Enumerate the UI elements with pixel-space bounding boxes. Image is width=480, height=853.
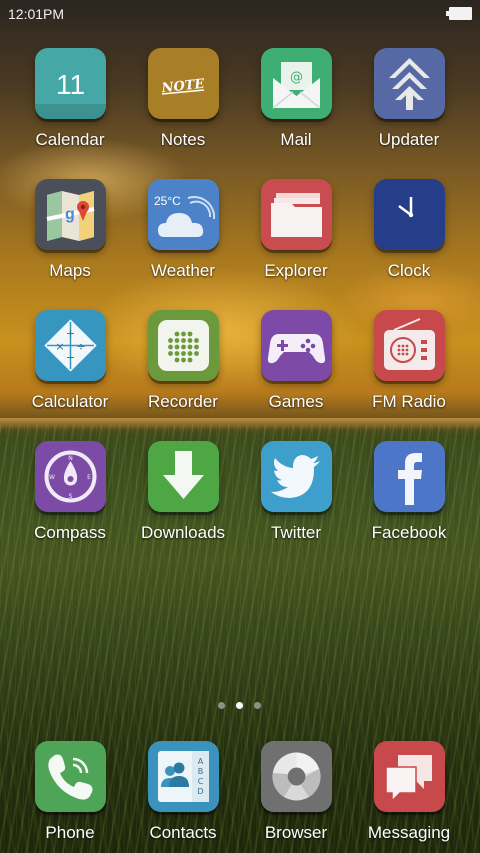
app-explorer[interactable]: Explorer xyxy=(241,179,351,299)
app-label: Facebook xyxy=(371,523,447,542)
app-twitter[interactable]: Twitter xyxy=(241,441,351,561)
app-compass[interactable]: N S W E Compass xyxy=(15,441,125,561)
facebook-icon xyxy=(374,441,445,512)
svg-text:E: E xyxy=(87,474,91,481)
app-label: Games xyxy=(268,392,324,411)
notes-icon: NOTE xyxy=(148,48,219,119)
calculator-icon: + × ÷ − xyxy=(35,310,106,381)
app-recorder[interactable]: Recorder xyxy=(128,310,238,430)
message-bubbles-icon xyxy=(374,741,445,812)
app-calculator[interactable]: + × ÷ − Calculator xyxy=(15,310,125,430)
dock-phone[interactable]: Phone xyxy=(15,741,125,853)
contacts-letter: C xyxy=(198,777,204,786)
app-label: Notes xyxy=(160,130,206,149)
svg-text:×: × xyxy=(55,340,64,353)
microphone-grille-icon xyxy=(148,310,219,381)
app-label: FM Radio xyxy=(372,392,446,411)
app-label: Twitter xyxy=(270,523,322,542)
phone-icon xyxy=(35,741,106,812)
app-label: Calendar xyxy=(35,130,105,149)
dock-messaging[interactable]: Messaging xyxy=(354,741,464,853)
app-facebook[interactable]: Facebook xyxy=(354,441,464,561)
app-updater[interactable]: Updater xyxy=(354,48,464,168)
folder-icon xyxy=(261,179,332,250)
gamepad-icon xyxy=(261,310,332,381)
app-notes[interactable]: NOTE Notes xyxy=(128,48,238,168)
app-weather[interactable]: 25°C Weather xyxy=(128,179,238,299)
svg-text:W: W xyxy=(49,474,55,481)
app-label: Downloads xyxy=(140,523,226,542)
twitter-bird-icon xyxy=(261,441,332,512)
page-dot[interactable] xyxy=(254,702,261,709)
app-label: Maps xyxy=(49,261,91,280)
app-mail[interactable]: @ Mail xyxy=(241,48,351,168)
calendar-date: 11 xyxy=(56,69,85,100)
app-clock[interactable]: Clock xyxy=(354,179,464,299)
app-label: Updater xyxy=(378,130,440,149)
clock-icon xyxy=(374,179,445,250)
app-games[interactable]: Games xyxy=(241,310,351,430)
app-label: Browser xyxy=(264,823,328,842)
contacts-letter: B xyxy=(198,767,204,776)
app-label: Recorder xyxy=(148,392,218,411)
battery-icon xyxy=(446,7,472,20)
app-label: Compass xyxy=(34,523,106,542)
app-label: Mail xyxy=(280,130,312,149)
svg-text:S: S xyxy=(69,493,73,500)
app-label: Phone xyxy=(45,823,95,842)
download-arrow-icon xyxy=(148,441,219,512)
page-dot[interactable] xyxy=(218,702,225,709)
app-fm-radio[interactable]: FM Radio xyxy=(354,310,464,430)
page-indicator xyxy=(0,702,480,712)
updater-icon xyxy=(374,48,445,119)
app-label: Calculator xyxy=(31,392,109,411)
dock-browser[interactable]: Browser xyxy=(241,741,351,853)
weather-icon: 25°C xyxy=(148,179,219,250)
dock-contacts[interactable]: A B C D Contacts xyxy=(128,741,238,853)
svg-text:÷: ÷ xyxy=(76,340,85,353)
app-label: Contacts xyxy=(149,823,217,842)
svg-text:@: @ xyxy=(290,70,303,85)
svg-text:g: g xyxy=(65,206,75,223)
app-maps[interactable]: g Maps xyxy=(15,179,125,299)
contacts-icon: A B C D xyxy=(148,741,219,812)
app-label: Clock xyxy=(387,261,431,280)
app-label: Messaging xyxy=(367,823,451,842)
browser-aperture-icon xyxy=(261,741,332,812)
app-label: Weather xyxy=(151,261,215,280)
radio-icon xyxy=(374,310,445,381)
contacts-letter: A xyxy=(198,757,204,766)
svg-text:−: − xyxy=(66,351,75,364)
app-calendar[interactable]: 11 Calendar xyxy=(15,48,125,168)
calendar-icon: 11 xyxy=(35,48,106,119)
app-downloads[interactable]: Downloads xyxy=(128,441,238,561)
svg-text:N: N xyxy=(68,455,73,462)
app-label: Explorer xyxy=(264,261,328,280)
status-time: 12:01PM xyxy=(8,6,65,22)
status-bar: 12:01PM xyxy=(0,0,480,28)
contacts-letter: D xyxy=(197,787,203,796)
svg-text:+: + xyxy=(66,327,75,340)
weather-temperature: 25°C xyxy=(154,194,181,208)
maps-icon: g xyxy=(35,179,106,250)
page-dot-active[interactable] xyxy=(236,702,243,709)
compass-icon: N S W E xyxy=(35,441,106,512)
mail-icon: @ xyxy=(261,48,332,119)
